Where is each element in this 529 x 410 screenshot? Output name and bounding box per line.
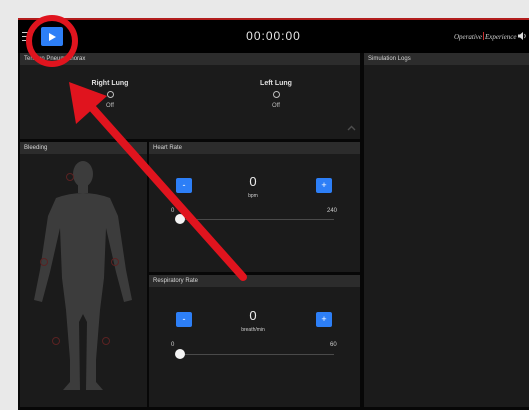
annotation-arrow-shaft [83, 98, 247, 281]
tutorial-annotation [26, 15, 247, 281]
annotation-circle [26, 15, 78, 67]
